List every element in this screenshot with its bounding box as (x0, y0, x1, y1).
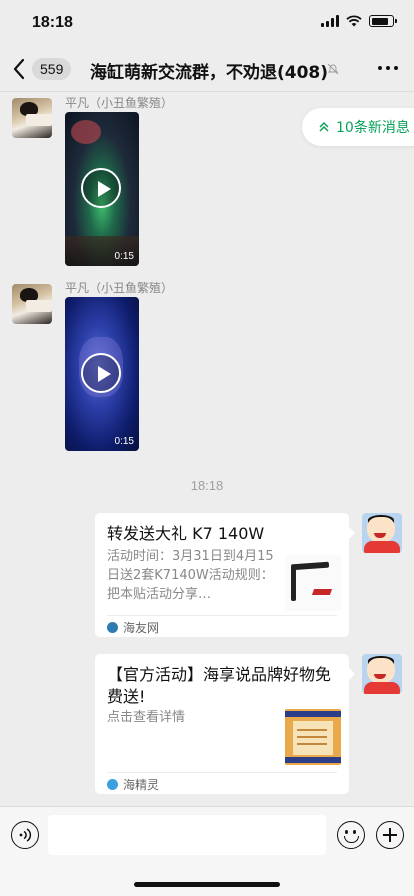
card-thumbnail (285, 709, 341, 765)
voice-input-button[interactable] (11, 821, 39, 849)
status-icons (321, 15, 397, 27)
video-duration: 0:15 (114, 436, 134, 447)
message-text-input[interactable] (48, 815, 326, 855)
video-duration: 0:15 (114, 251, 134, 262)
mute-bell-icon (327, 63, 339, 75)
card-description: 活动时间：3月31日到4月15日送2套K7140W活动规则：把本贴活动分享… (107, 549, 274, 602)
unread-count-badge: 559 (32, 58, 72, 80)
sender-avatar[interactable] (12, 98, 52, 138)
card-divider (107, 772, 337, 773)
chat-title: 海缸萌新交流群，不劝退(408) (90, 63, 329, 83)
sender-name: 平凡（小丑鱼繁殖） (65, 96, 174, 110)
back-button[interactable]: 559 (12, 54, 92, 84)
source-logo-icon (107, 622, 118, 633)
timestamp-divider: 18:18 (190, 478, 224, 493)
chat-header: 559 海缸萌新交流群，不劝退(408) (0, 44, 414, 92)
more-functions-button[interactable] (376, 821, 404, 849)
card-title: 【官方活动】海享说品牌好物免费送! (107, 665, 332, 706)
my-avatar[interactable] (362, 513, 402, 553)
emoji-button[interactable] (337, 821, 365, 849)
video-message[interactable]: 0:15 (65, 112, 139, 266)
home-indicator (134, 882, 280, 887)
play-icon (81, 168, 121, 208)
more-options-button[interactable] (378, 66, 398, 70)
wifi-icon (346, 15, 362, 27)
new-messages-label: 10条新消息 (336, 120, 410, 136)
card-source-label: 海精灵 (123, 778, 160, 792)
source-logo-icon (107, 779, 118, 790)
voice-wave-icon (19, 828, 32, 842)
status-time: 18:18 (32, 14, 73, 31)
card-source: 海友网 (107, 619, 159, 636)
my-avatar[interactable] (362, 654, 402, 694)
card-source: 海精灵 (107, 776, 159, 793)
new-messages-button[interactable]: 10条新消息 (302, 108, 414, 146)
battery-icon (369, 15, 397, 27)
card-thumbnail (285, 555, 341, 611)
link-card[interactable]: 转发送大礼 K7 140W 活动时间：3月31日到4月15日送2套K7140W活… (95, 513, 355, 637)
chevron-left-icon (13, 58, 25, 80)
card-title: 转发送大礼 K7 140W (107, 524, 265, 543)
sender-name: 平凡（小丑鱼繁殖） (65, 281, 174, 295)
card-source-label: 海友网 (123, 621, 160, 635)
card-divider (107, 615, 337, 616)
video-message[interactable]: 0:15 (65, 297, 139, 451)
card-description: 点击查看详情 (107, 710, 186, 725)
sender-avatar[interactable] (12, 284, 52, 324)
link-card[interactable]: 【官方活动】海享说品牌好物免费送! 点击查看详情 海精灵 (95, 654, 355, 794)
play-icon (81, 353, 121, 393)
status-bar: 18:18 (0, 0, 414, 44)
cellular-signal-icon (321, 15, 339, 27)
double-chevron-up-icon (319, 121, 329, 132)
